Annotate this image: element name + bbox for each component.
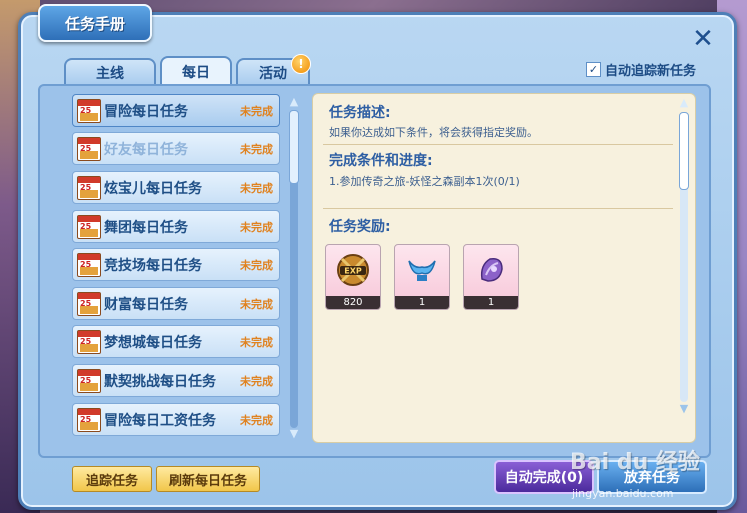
calendar-icon: 25 bbox=[77, 368, 101, 393]
purple-flower-item-icon bbox=[480, 257, 503, 282]
reward-count: 1 bbox=[395, 296, 449, 309]
blue-wing-item-icon bbox=[408, 260, 436, 281]
quest-name: 财富每日任务 bbox=[104, 296, 188, 313]
quest-status: 未完成 bbox=[240, 258, 273, 272]
quest-status: 未完成 bbox=[240, 374, 273, 388]
reward-slot[interactable]: 1 bbox=[394, 244, 450, 310]
list-scrollbar-thumb[interactable] bbox=[289, 110, 299, 184]
checkbox-checked-icon[interactable]: ✓ bbox=[586, 62, 601, 77]
detail-scroll-down-button[interactable]: ▼ bbox=[677, 402, 691, 415]
description-text: 如果你达成如下条件，将会获得指定奖励。 bbox=[329, 126, 538, 139]
quest-list: 25 冒险每日任务 未完成 25 好友每日任务 未完成 25 炫宝儿每日任务 未… bbox=[42, 88, 304, 448]
calendar-icon: 25 bbox=[77, 98, 101, 123]
reward-count: 820 bbox=[326, 296, 380, 309]
quest-item[interactable]: 25 竞技场每日任务 未完成 bbox=[72, 248, 280, 281]
calendar-icon: 25 bbox=[77, 214, 101, 239]
divider bbox=[323, 144, 673, 145]
quest-detail-panel: 任务描述: 如果你达成如下条件，将会获得指定奖励。 完成条件和进度: 1.参加传… bbox=[312, 93, 696, 443]
progress-text: 1.参加传奇之旅-妖怪之森副本1次(0/1) bbox=[329, 175, 520, 188]
calendar-icon: 25 bbox=[77, 252, 101, 277]
quest-item[interactable]: 25 炫宝儿每日任务 未完成 bbox=[72, 171, 280, 204]
close-icon: ✕ bbox=[692, 24, 714, 54]
auto-track-label: 自动追踪新任务 bbox=[605, 64, 697, 79]
description-heading: 任务描述: bbox=[329, 105, 391, 121]
detail-scrollbar-thumb[interactable] bbox=[679, 112, 689, 190]
quest-item[interactable]: 25 默契挑战每日任务 未完成 bbox=[72, 364, 280, 397]
progress-heading: 完成条件和进度: bbox=[329, 153, 433, 169]
watermark-url: jingyan.baidu.com bbox=[572, 487, 674, 500]
window-title: 任务手册 bbox=[38, 4, 152, 42]
quest-item[interactable]: 25 舞团每日任务 未完成 bbox=[72, 210, 280, 243]
quest-item[interactable]: 25 冒险每日工资任务 未完成 bbox=[72, 403, 280, 436]
detail-scroll-up-button[interactable]: ▲ bbox=[677, 96, 691, 109]
quest-status: 未完成 bbox=[240, 142, 273, 156]
quest-name: 梦想城每日任务 bbox=[104, 334, 202, 351]
quest-status: 未完成 bbox=[240, 181, 273, 195]
calendar-icon: 25 bbox=[77, 329, 101, 354]
exp-badge-icon: EXP bbox=[337, 254, 369, 286]
quest-status: 未完成 bbox=[240, 335, 273, 349]
list-scroll-down-button[interactable]: ▼ bbox=[287, 427, 301, 440]
quest-item[interactable]: 25 财富每日任务 未完成 bbox=[72, 287, 280, 320]
quest-name: 冒险每日任务 bbox=[104, 103, 188, 120]
svg-text:EXP: EXP bbox=[344, 267, 362, 276]
reward-heading: 任务奖励: bbox=[329, 219, 391, 235]
quest-item[interactable]: 25 冒险每日任务 未完成 bbox=[72, 94, 280, 127]
auto-track-toggle[interactable]: ✓ 自动追踪新任务 bbox=[586, 60, 696, 79]
reward-count: 1 bbox=[464, 296, 518, 309]
quest-item[interactable]: 25 梦想城每日任务 未完成 bbox=[72, 325, 280, 358]
quest-name: 默契挑战每日任务 bbox=[104, 373, 216, 390]
quest-name: 炫宝儿每日任务 bbox=[104, 180, 202, 197]
quest-status: 未完成 bbox=[240, 220, 273, 234]
track-quest-button[interactable]: 追踪任务 bbox=[72, 466, 152, 492]
refresh-daily-quests-button[interactable]: 刷新每日任务 bbox=[156, 466, 260, 492]
reward-slot[interactable]: EXP 820 bbox=[325, 244, 381, 310]
alert-icon: ! bbox=[291, 54, 311, 74]
close-button[interactable]: ✕ bbox=[690, 26, 716, 52]
quest-status: 未完成 bbox=[240, 104, 273, 118]
tab-daily[interactable]: 每日 bbox=[160, 56, 232, 86]
quest-item[interactable]: 25 好友每日任务 未完成 bbox=[72, 132, 280, 165]
calendar-icon: 25 bbox=[77, 136, 101, 161]
divider bbox=[323, 208, 673, 209]
quest-name: 舞团每日任务 bbox=[104, 219, 188, 236]
calendar-icon: 25 bbox=[77, 175, 101, 200]
quest-status: 未完成 bbox=[240, 413, 273, 427]
calendar-icon: 25 bbox=[77, 407, 101, 432]
quest-name: 冒险每日工资任务 bbox=[104, 412, 216, 429]
quest-status: 未完成 bbox=[240, 297, 273, 311]
quest-name: 竞技场每日任务 bbox=[104, 257, 202, 274]
watermark-brand: Bai du 经验 bbox=[570, 450, 700, 475]
reward-slot[interactable]: 1 bbox=[463, 244, 519, 310]
tab-main-line[interactable]: 主线 bbox=[64, 58, 156, 86]
quest-name: 好友每日任务 bbox=[104, 141, 188, 158]
calendar-icon: 25 bbox=[77, 291, 101, 316]
list-scroll-up-button[interactable]: ▲ bbox=[287, 95, 301, 108]
